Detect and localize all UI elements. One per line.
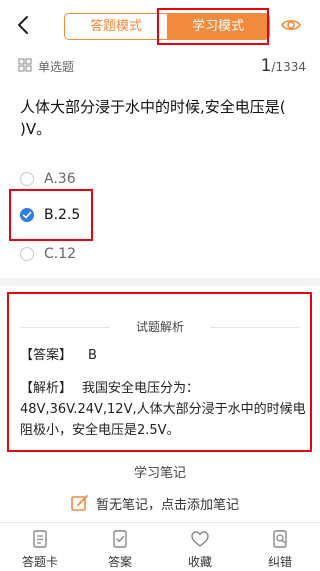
section-divider [0, 278, 320, 286]
option-label: C.12 [44, 246, 77, 262]
highlight-box-selected-option [9, 189, 93, 241]
top-bar: 答题模式 学习模式 [0, 0, 320, 50]
radio-unchecked-icon [20, 247, 34, 261]
answer-row: 【答案】 B [20, 344, 97, 363]
highlight-box-study-mode [157, 8, 269, 45]
question-text: 人体大部分浸于水中的时候,安全电压是( )V。 [20, 98, 286, 138]
edit-note-icon [71, 495, 88, 511]
nav-report-error[interactable]: 纠错 [240, 523, 320, 571]
nav-label: 答案 [107, 555, 132, 569]
nav-label: 纠错 [267, 555, 292, 569]
option-c[interactable]: C.12 [20, 243, 76, 265]
report-error-icon [273, 530, 287, 548]
tab-answer-mode[interactable]: 答题模式 [65, 14, 167, 39]
answer-icon [113, 530, 127, 548]
analysis-header: 试题解析 [20, 318, 300, 336]
explanation: 【解析】 我国安全电压分为：48V,36V.24V,12V,人体大部分浸于水中的时… [20, 378, 308, 441]
total-question-count: /1334 [271, 60, 306, 74]
question-type-icon [18, 58, 32, 72]
back-chevron-icon [18, 16, 28, 34]
eye-toggle-button[interactable] [281, 15, 301, 35]
heart-icon [191, 531, 209, 547]
bottom-nav: 答题卡 答案 收藏 纠错 [0, 522, 320, 571]
add-note-label: 暂无笔记，点击添加笔记 [96, 497, 240, 513]
answer-tag: 【答案】 [20, 348, 73, 363]
nav-favorite[interactable]: 收藏 [160, 523, 240, 571]
nav-label: 收藏 [187, 555, 212, 569]
add-note-button[interactable]: 暂无笔记，点击添加笔记 [70, 492, 239, 514]
back-button[interactable] [14, 14, 34, 36]
current-question-number: 1 [260, 56, 272, 76]
question-counter: 1/1334 [261, 56, 306, 76]
question-type-label: 单选题 [38, 60, 75, 74]
nav-answer-sheet[interactable]: 答题卡 [0, 523, 80, 571]
radio-unchecked-icon [20, 172, 34, 186]
nav-answer[interactable]: 答案 [80, 523, 160, 571]
option-a[interactable]: A.36 [20, 168, 76, 190]
option-label: A.36 [44, 171, 76, 187]
divider-line [210, 327, 300, 328]
answer-sheet-icon [33, 530, 47, 548]
explanation-tag: 【解析】 [20, 381, 73, 396]
eye-icon [281, 20, 301, 30]
answer-value: B [88, 348, 97, 363]
notes-title: 学习笔记 [133, 466, 186, 481]
nav-label: 答题卡 [21, 555, 58, 569]
